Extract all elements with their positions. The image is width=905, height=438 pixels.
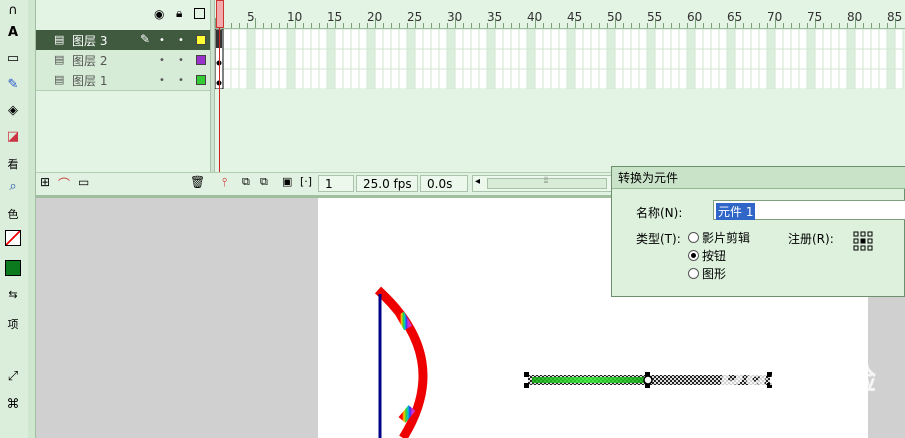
scroll-left-icon[interactable]: ◂ [475,176,480,187]
ruler-label: 35 [487,10,503,24]
layer-color-swatch[interactable] [196,75,206,85]
dialog-title[interactable]: 转换为元件 [612,167,905,189]
ruler-label: 60 [687,10,703,24]
ruler-label: 10 [287,10,303,24]
frame-ruler[interactable]: 1 5 10 15 20 25 30 35 40 45 50 55 60 65 … [215,0,905,29]
stroke-color-icon[interactable] [0,228,26,248]
add-layer-icon[interactable]: ⊞ [40,175,50,189]
eye-icon[interactable]: ◉ [154,7,164,21]
radio-button[interactable] [688,250,699,261]
name-label: 名称(N): [636,206,683,220]
ruler-label: 5 [247,10,255,24]
eraser-tool-icon[interactable]: ◪ [0,126,26,146]
ruler-label: 55 [647,10,663,24]
paw-icon: 🐾︎ [790,362,821,390]
rectangle-tool-icon[interactable]: ▭ [0,48,26,68]
watermark-url: jingyan.baidu.com [722,396,842,411]
ruler-label: 25 [407,10,423,24]
view-section-label: 看 [7,158,19,171]
ruler-ticks [215,18,896,28]
radio-graphic[interactable] [688,268,699,279]
layer-icon: ▤ [54,53,65,66]
layer-row-2[interactable]: ▤ 图层 2 • • [36,50,210,70]
lock-dot[interactable]: • [178,75,184,86]
delete-layer-icon[interactable]: 🗑︎ [190,175,205,189]
frame-grid-cells [214,28,904,90]
lock-dot[interactable]: • [178,35,184,46]
layer-row-3[interactable]: ▤ 图层 3 ✎ • • [36,30,210,50]
registration-grid-icon[interactable] [853,231,873,251]
name-input-value: 元件 1 [716,203,756,220]
swap-colors-icon[interactable]: ⇆ [0,284,26,304]
frame-grid[interactable] [214,28,905,90]
elapsed-time-field: 0.0s [420,175,468,192]
ruler-label: 50 [607,10,623,24]
lock-dot[interactable]: • [178,55,184,66]
ruler-label: 75 [807,10,823,24]
layer-icon: ▤ [54,33,65,46]
options-section-label: 项 [7,318,19,331]
tools-panel: ∩ A ▭ ✎ ◈ ◪ 看 ⌕ 色 ⇆ 项 ⤢ ⌘ [0,0,29,438]
layer-color-swatch[interactable] [196,55,206,65]
ruler-label: 80 [847,10,863,24]
center-frame-icon[interactable]: ⫯ [222,175,227,190]
visibility-dot[interactable]: • [159,75,165,86]
name-input[interactable]: 元件 1 [713,200,905,220]
edit-multiple-frames-icon[interactable]: ▣ [282,175,292,188]
registration-label: 注册(R): [788,232,834,246]
layer-name: 图层 2 [72,53,108,68]
color-section-label: 色 [7,208,19,221]
pencil-icon: ✎ [140,32,151,46]
ruler-label: 70 [767,10,783,24]
snap-icon[interactable]: ⤢ [0,366,26,386]
visibility-dot[interactable]: • [159,55,165,66]
brush-tool-icon[interactable]: ✎ [0,74,26,94]
smooth-icon[interactable]: ⌘ [0,394,26,414]
watermark-brand: Bai [720,354,781,394]
ruler-label: 15 [327,10,343,24]
timeline-hscrollbar[interactable]: ◂ ⦙⦙ [472,175,612,192]
paint-bucket-tool-icon[interactable]: ◈ [0,100,26,120]
radio-movie-clip[interactable] [688,232,699,243]
onion-skin-icon[interactable]: ⧉ [242,175,250,189]
layer-color-swatch[interactable] [196,35,206,45]
ruler-label: 40 [527,10,543,24]
bow-shape[interactable] [374,286,428,438]
option-graphic[interactable]: 图形 [702,265,726,282]
outline-icon[interactable] [194,8,205,19]
grip-icon: ⦙⦙ [544,176,549,186]
add-guide-layer-icon[interactable]: ⌒ [58,175,70,192]
layer-icon: ▤ [54,73,65,86]
convert-to-symbol-dialog: 转换为元件 名称(N): 元件 1 类型(T): 影片剪辑 按钮 图形 注册(R… [611,166,905,297]
current-frame-field: 1 [318,175,354,192]
type-label: 类型(T): [636,232,681,246]
zoom-tool-icon[interactable]: ⌕ [0,176,26,196]
ruler-label: 45 [567,10,583,24]
text-tool-icon[interactable]: A [0,22,26,42]
layer-header: ◉ 🔒︎ [36,0,210,31]
lock-icon[interactable]: 🔒︎ [176,6,182,21]
layer-row-1[interactable]: ▤ 图层 1 • • [36,70,210,91]
playhead[interactable] [216,0,224,28]
visibility-dot[interactable]: • [159,35,165,46]
ruler-label: 85 [887,10,903,24]
frame-rate-field[interactable]: 25.0 fps [356,175,418,192]
lasso-tool-icon[interactable]: ∩ [0,0,26,20]
option-button[interactable]: 按钮 [702,247,726,264]
ruler-label: 30 [447,10,463,24]
watermark-brand-cn: 经验 [820,363,877,396]
ruler-label: 65 [727,10,743,24]
playhead-line [219,28,220,174]
onion-outline-icon[interactable]: ⧉ [260,175,268,189]
modify-onion-markers-icon[interactable]: [·] [300,175,312,188]
toolbar-splitter[interactable] [28,0,36,438]
layer-name: 图层 1 [72,73,108,88]
scrollbar-thumb[interactable]: ⦙⦙ [487,176,607,189]
add-folder-icon[interactable]: ▭ [78,175,89,189]
fill-color-icon[interactable] [0,258,26,278]
option-movie-clip[interactable]: 影片剪辑 [702,229,750,246]
ruler-label: 20 [367,10,383,24]
